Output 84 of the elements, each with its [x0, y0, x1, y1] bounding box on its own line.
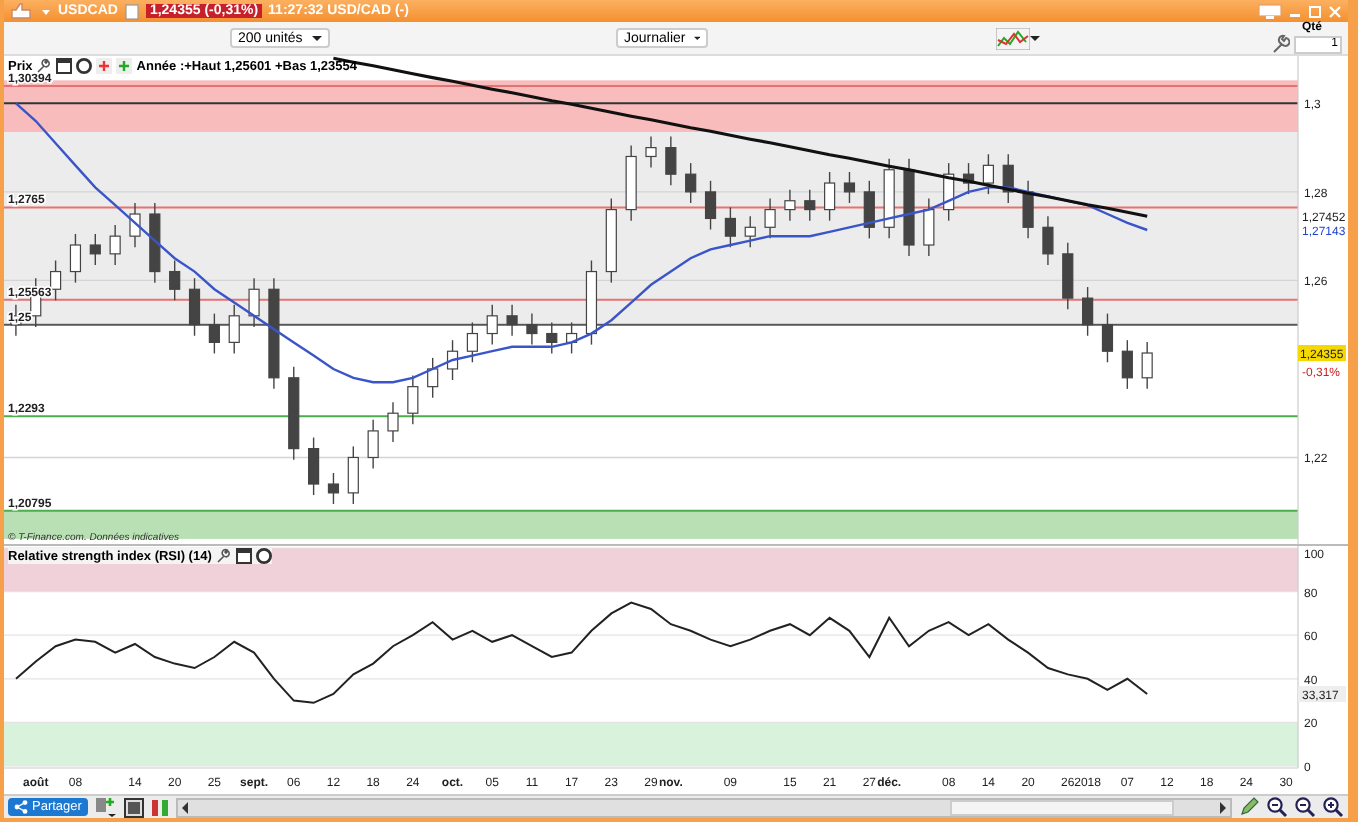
candlestick [982, 153, 994, 195]
candlestick [824, 171, 836, 222]
candlestick [1042, 215, 1054, 266]
candlestick [625, 144, 637, 222]
chart-icon [996, 27, 1030, 49]
candlestick [1022, 180, 1034, 240]
wrench-icon[interactable] [215, 548, 232, 564]
candlestick [1082, 286, 1094, 337]
candlestick [506, 304, 518, 337]
candlestick [546, 321, 558, 355]
indicator-icon[interactable] [93, 796, 118, 818]
candlestick [943, 162, 955, 222]
candlestick [605, 197, 617, 284]
candlestick [129, 202, 141, 248]
candlestick [387, 401, 399, 443]
candlestick [843, 171, 856, 204]
candlestick [188, 277, 201, 337]
candlestick [466, 321, 478, 363]
circle-icon[interactable] [255, 548, 272, 564]
window-icon[interactable] [235, 548, 252, 564]
scroll-right-icon[interactable] [1218, 801, 1228, 813]
candlestick [923, 197, 935, 257]
candlestick [69, 233, 82, 284]
candlestick [308, 436, 320, 496]
candlestick [347, 445, 359, 505]
candlestick [446, 339, 459, 381]
candlestick [704, 180, 717, 231]
candlestick [863, 180, 875, 240]
candlestick [804, 189, 816, 222]
candlestick [1101, 312, 1114, 363]
candlestick [744, 215, 756, 248]
hand-icon[interactable] [10, 2, 34, 20]
candlestick [585, 259, 598, 346]
zoom-out-icon[interactable] [1294, 796, 1316, 818]
candlestick [407, 374, 419, 425]
scrollbar[interactable] [175, 797, 1232, 817]
share-icon [14, 800, 28, 814]
candlestick [427, 357, 439, 399]
plus-icon[interactable] [96, 58, 113, 74]
caret-icon [693, 34, 700, 42]
candlestick [1141, 341, 1153, 390]
candlestick [288, 366, 300, 461]
caret-icon [312, 34, 322, 42]
circle-icon[interactable] [76, 58, 93, 74]
document-icon[interactable] [123, 3, 140, 19]
candlestick [89, 233, 101, 266]
candlestick [50, 259, 62, 302]
chart-type-button[interactable] [996, 27, 1040, 49]
candlestick [327, 472, 340, 505]
candlestick [228, 304, 240, 355]
candlestick [169, 259, 181, 302]
candlestick [149, 202, 161, 284]
scroll-left-icon[interactable] [179, 801, 190, 813]
candlestick [764, 197, 776, 240]
candlestick [962, 162, 975, 195]
scroll-thumb[interactable] [950, 799, 1174, 815]
candlestick [486, 304, 498, 346]
candlestick [526, 312, 538, 346]
candlestick [685, 162, 697, 204]
candlestick [367, 419, 379, 470]
plus-icon[interactable] [116, 58, 133, 74]
candlestick [665, 135, 677, 186]
candlestick [566, 321, 578, 355]
candlestick [645, 135, 657, 169]
candlestick [268, 277, 280, 390]
candlestick [903, 158, 915, 257]
candlestick [109, 224, 121, 266]
wrench-icon[interactable] [1270, 34, 1290, 54]
grid-icon[interactable] [123, 797, 144, 817]
candlestick [1121, 339, 1133, 390]
zoom-in-icon[interactable] [1322, 796, 1344, 818]
candlestick [883, 158, 895, 240]
candlestick [1062, 242, 1074, 310]
candlestick [784, 189, 796, 222]
zoom-fit-icon[interactable] [1266, 796, 1288, 818]
candlestick [724, 206, 736, 248]
pencil-icon[interactable] [1238, 796, 1260, 818]
wrench-icon[interactable] [36, 58, 53, 74]
window-icon[interactable] [56, 58, 73, 74]
bars-icon[interactable] [149, 797, 170, 817]
candlestick [208, 312, 220, 355]
candlestick [248, 277, 260, 328]
candlestick [1002, 153, 1014, 204]
caret-icon [1030, 34, 1040, 42]
